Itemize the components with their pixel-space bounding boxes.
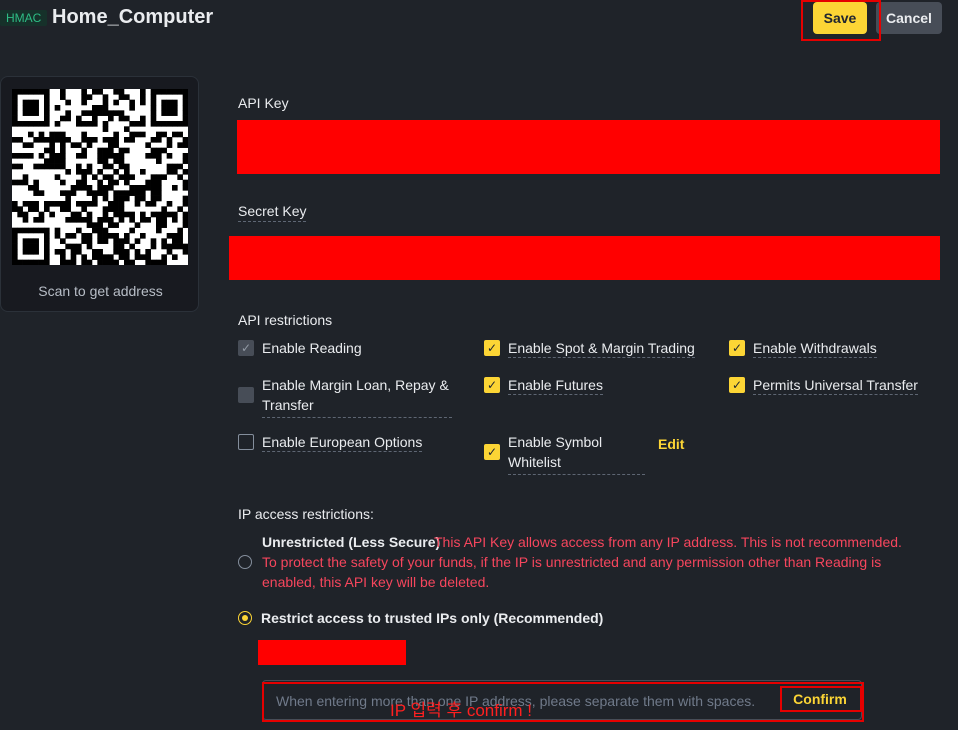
enable-symbol-whitelist-label: Enable Symbol Whitelist [508,432,645,475]
enable-margin-loan-checkbox[interactable] [238,387,254,403]
restrict-trusted-ips-radio[interactable] [238,611,252,625]
qr-card: Scan to get address [0,76,199,312]
enable-spot-margin-checkbox[interactable]: ✓ [484,340,500,356]
unrestricted-warning-2: To protect the safety of your funds, if … [262,554,882,570]
unrestricted-warning-3: enabled, this API key will be deleted. [262,574,490,590]
enable-withdrawals-checkbox[interactable]: ✓ [729,340,745,356]
edit-whitelist-link[interactable]: Edit [658,434,684,454]
enable-reading-label: Enable Reading [262,340,362,356]
enable-withdrawals-label: Enable Withdrawals [753,340,877,358]
page-title: Home_Computer [52,6,214,28]
api-restrictions-heading: API restrictions [238,312,333,328]
permits-universal-transfer-checkbox[interactable]: ✓ [729,377,745,393]
restrict-trusted-ips-label: Restrict access to trusted IPs only (Rec… [261,610,604,626]
annotation-text: IP 입력 후 confirm ! [390,701,533,720]
api-key-label: API Key [238,95,289,111]
enable-futures-label: Enable Futures [508,377,603,395]
ip-redacted [258,640,406,665]
hmac-badge: HMAC [0,10,48,26]
ip-input-highlight-box [262,682,864,722]
enable-margin-loan-label: Enable Margin Loan, Repay & Transfer [262,375,452,418]
secret-key-label: Secret Key [238,203,307,222]
unrestricted-radio[interactable] [238,555,252,569]
qr-code-icon [12,89,189,266]
enable-european-options-checkbox[interactable] [238,434,254,450]
confirm-highlight-box [780,686,862,712]
enable-spot-margin-label: Enable Spot & Margin Trading [508,340,695,358]
cancel-button[interactable]: Cancel [876,2,942,34]
enable-futures-checkbox[interactable]: ✓ [484,377,500,393]
api-key-redacted [237,120,940,174]
unrestricted-warning-1: This API Key allows access from any IP a… [434,534,902,550]
secret-key-redacted [229,236,940,280]
ip-restrictions-heading: IP access restrictions: [238,506,374,522]
permits-universal-transfer-label: Permits Universal Transfer [753,377,918,395]
unrestricted-label: Unrestricted (Less Secure) [262,534,441,550]
enable-symbol-whitelist-checkbox[interactable]: ✓ [484,444,500,460]
save-highlight-box [801,0,881,41]
enable-european-options-label: Enable European Options [262,434,423,452]
qr-caption: Scan to get address [38,283,163,299]
enable-reading-checkbox[interactable]: ✓ [238,340,254,356]
